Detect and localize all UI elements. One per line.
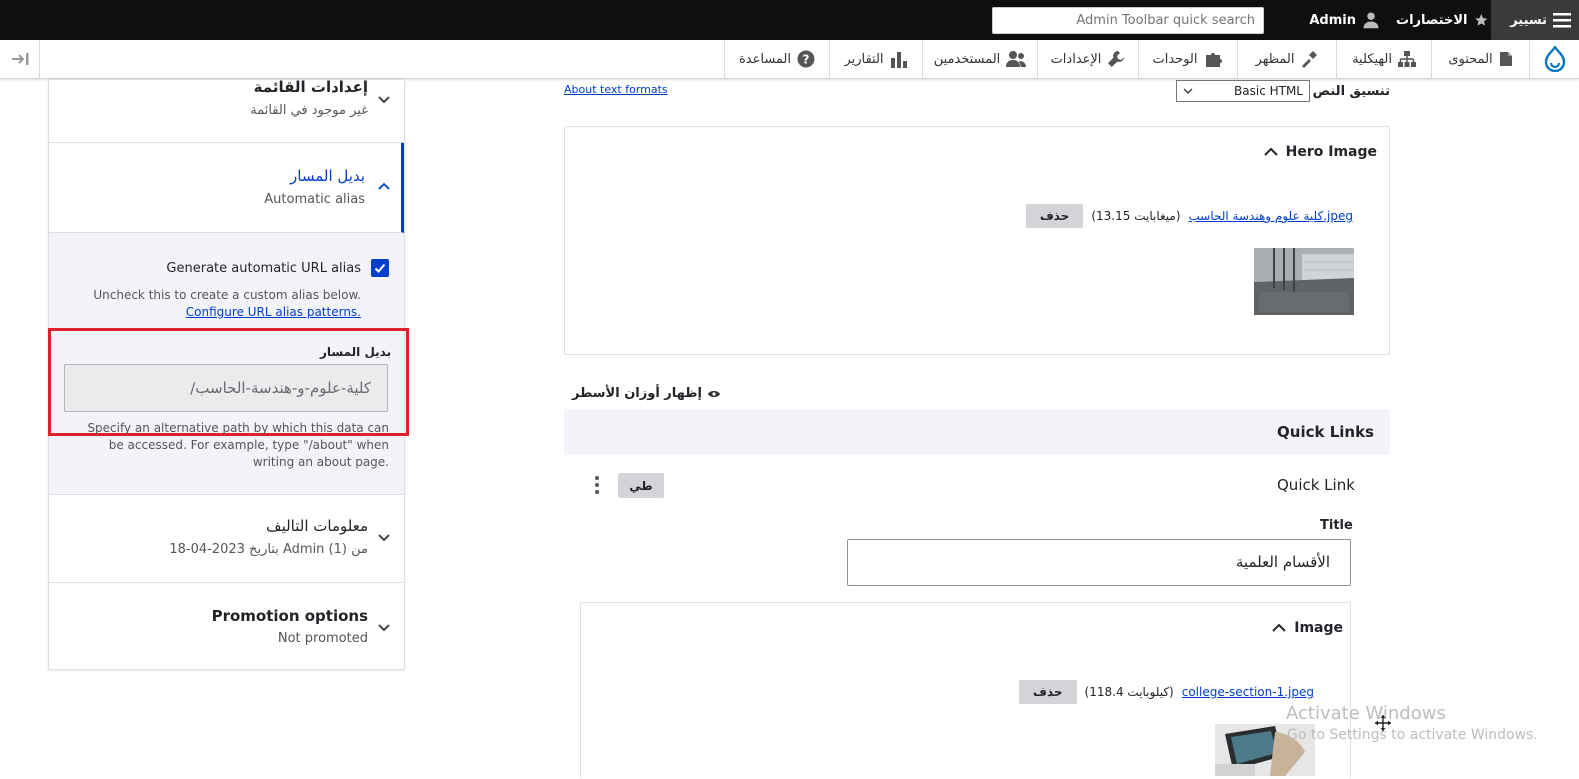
admin-toolbar: تسيير الاختصارات Admin <box>0 0 1579 40</box>
admin-quick-search-input[interactable] <box>992 7 1264 34</box>
menu-extend[interactable]: الوحدات <box>1138 40 1237 78</box>
chevron-up-icon <box>1272 623 1286 632</box>
file-icon <box>1499 52 1512 66</box>
promotion-options-section[interactable]: Promotion options Not promoted <box>49 583 404 670</box>
text-format-row: About text formats Basic HTML تنسيق النص <box>564 80 1390 102</box>
text-format-label: تنسيق النص <box>1312 84 1390 99</box>
menu-appearance-label: المظهر <box>1255 51 1295 67</box>
user-tab[interactable]: Admin <box>1296 0 1380 40</box>
url-alias-field-label: بديل المسار <box>320 345 392 359</box>
quick-link-collapse-button[interactable]: طي <box>618 473 664 498</box>
chevron-up-icon <box>377 180 391 194</box>
promotion-options-summary: Not promoted <box>277 631 368 646</box>
generate-alias-description: Uncheck this to create a custom alias be… <box>93 288 361 302</box>
generate-alias-label[interactable]: Generate automatic URL alias <box>166 261 361 276</box>
hero-file-link[interactable]: كلية علوم وهندسة الحاسب.jpeg <box>1189 209 1353 223</box>
activation-watermark-title: Activate Windows <box>1286 703 1446 724</box>
menu-content[interactable]: المحتوى <box>1431 40 1529 78</box>
image-file-size: (118.4 كيلوبايت) <box>1084 685 1174 699</box>
people-icon <box>1006 51 1027 67</box>
bar-chart-icon <box>890 52 907 68</box>
user-label: Admin <box>1309 12 1356 28</box>
menu-settings-section[interactable]: إعدادات القائمة غير موجود في القائمة <box>49 78 404 143</box>
more-actions-icon[interactable] <box>591 474 603 496</box>
svg-text:?: ? <box>803 53 810 67</box>
authoring-info-title: معلومات التاليف <box>266 517 368 535</box>
puzzle-icon <box>1205 53 1222 67</box>
menu-people-label: المستخدمين <box>933 51 1001 67</box>
chevron-down-icon <box>377 530 391 544</box>
manage-label: تسيير <box>1510 12 1547 28</box>
menu-reports[interactable]: التقارير <box>829 40 922 78</box>
menu-structure[interactable]: الهيكلية <box>1336 40 1431 78</box>
url-alias-input[interactable]: /كلية-علوم-و-هندسة-الحاسب <box>64 364 388 412</box>
wrench-icon <box>1108 51 1125 67</box>
shortcuts-tab[interactable]: الاختصارات <box>1396 0 1488 40</box>
hero-file-size: (13.15 ميغابايت) <box>1091 209 1181 223</box>
url-alias-description: Specify an alternative path by which thi… <box>87 421 389 469</box>
image-title[interactable]: Image <box>1272 620 1343 636</box>
hero-image-card: Hero Image حذف (13.15 ميغابايت) كلية علو… <box>564 126 1390 355</box>
image-file-row: حذف (118.4 كيلوبايت) college-section-1.j… <box>1019 680 1314 704</box>
path-alias-summary: Automatic alias <box>264 192 365 207</box>
hero-thumbnail-image <box>1254 248 1354 315</box>
help-icon: ? <box>797 50 815 68</box>
user-icon <box>1363 12 1379 29</box>
promotion-options-title: Promotion options <box>211 607 368 625</box>
chevron-down-icon <box>377 620 391 634</box>
sitemap-icon <box>1397 51 1416 67</box>
menu-people[interactable]: المستخدمين <box>922 40 1037 78</box>
hamburger-icon <box>1553 13 1571 28</box>
menu-configuration[interactable]: الإعدادات <box>1037 40 1138 78</box>
hero-image-title-label: Hero Image <box>1285 144 1377 160</box>
quick-link-title-label: Title <box>1320 518 1353 533</box>
shortcuts-label: الاختصارات <box>1396 12 1468 28</box>
path-alias-title: بديل المسار <box>290 167 365 185</box>
quick-link-item-label: Quick Link <box>1277 476 1355 494</box>
drupal-logo-icon[interactable] <box>1529 40 1579 78</box>
chevron-up-icon <box>1263 147 1278 156</box>
show-row-weights-toggle[interactable]: إظهار أوزان الأسطر <box>572 386 720 401</box>
menu-settings-summary: غير موجود في القائمة <box>250 103 368 118</box>
authoring-info-section[interactable]: معلومات التاليف من (1) Admin بتاريخ 2023… <box>49 495 404 583</box>
show-row-weights-label: إظهار أوزان الأسطر <box>572 386 702 401</box>
menu-extend-label: الوحدات <box>1152 51 1198 67</box>
manage-tab[interactable]: تسيير <box>1491 0 1579 40</box>
quick-links-table-header: Quick Links <box>564 409 1390 455</box>
generate-alias-checkbox[interactable] <box>371 259 389 277</box>
image-delete-button[interactable]: حذف <box>1019 680 1077 704</box>
chevron-down-icon <box>377 92 391 106</box>
menu-configuration-label: الإعدادات <box>1050 51 1102 67</box>
check-icon <box>374 263 386 273</box>
configure-alias-patterns-link[interactable]: Configure URL alias patterns. <box>186 305 361 319</box>
paint-brush-icon <box>1302 51 1318 68</box>
text-format-value: Basic HTML <box>1234 84 1303 98</box>
star-icon <box>1474 13 1487 26</box>
admin-menu-tray: المحتوى الهيكلية المظهر الوحدات الإعدادا… <box>0 40 1579 79</box>
move-cursor-icon <box>1374 714 1392 736</box>
menu-help[interactable]: المساعدة ? <box>724 40 829 78</box>
hero-delete-button[interactable]: حذف <box>1025 204 1084 228</box>
menu-structure-label: الهيكلية <box>1352 51 1392 67</box>
menu-help-label: المساعدة <box>738 51 792 67</box>
hero-file-row: حذف (13.15 ميغابايت) كلية علوم وهندسة ال… <box>1025 204 1353 228</box>
chevron-down-icon <box>1183 88 1193 94</box>
activation-watermark-subtitle: Go to Settings to activate Windows. <box>1287 727 1538 743</box>
quick-links-title: Quick Links <box>1277 423 1374 441</box>
image-card: Image حذف (118.4 كيلوبايت) college-secti… <box>580 602 1351 779</box>
text-format-select[interactable]: Basic HTML <box>1176 80 1310 102</box>
quick-link-title-input[interactable]: الأقسام العلمية <box>847 539 1351 586</box>
image-title-label: Image <box>1294 620 1343 636</box>
image-file-link[interactable]: college-section-1.jpeg <box>1182 685 1314 699</box>
tray-orientation-toggle-icon[interactable] <box>0 40 40 78</box>
menu-settings-title: إعدادات القائمة <box>253 78 368 96</box>
menu-content-label: المحتوى <box>1448 51 1493 67</box>
hero-image-title[interactable]: Hero Image <box>1263 144 1377 160</box>
eye-icon <box>707 390 720 397</box>
about-text-formats-link[interactable]: About text formats <box>564 83 668 96</box>
path-alias-section[interactable]: بديل المسار Automatic alias <box>49 143 404 233</box>
menu-appearance[interactable]: المظهر <box>1237 40 1336 78</box>
authoring-info-summary: من (1) Admin بتاريخ 2023-04-18 <box>169 542 368 557</box>
menu-reports-label: التقارير <box>844 51 884 67</box>
